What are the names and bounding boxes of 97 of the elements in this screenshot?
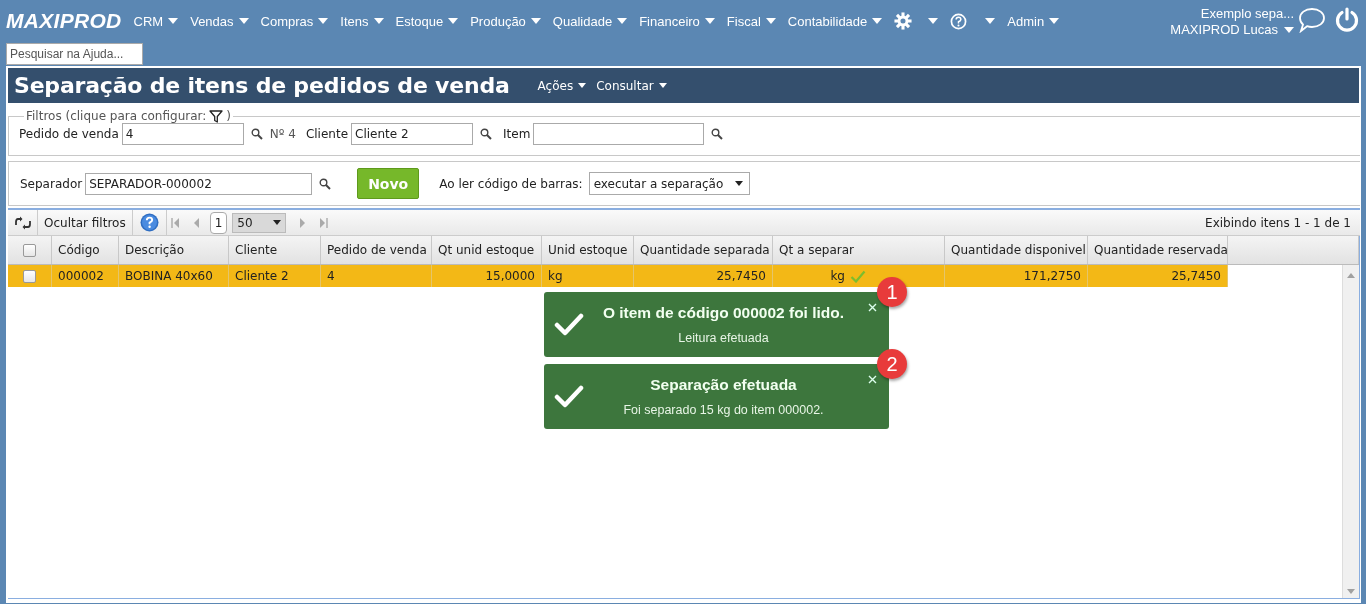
filter-field[interactable]: 4 [121, 123, 244, 145]
page-number-field[interactable]: 1 [209, 211, 228, 234]
caret-icon [1049, 18, 1060, 24]
caret-icon [872, 18, 883, 24]
menu-item[interactable]: Compras [260, 13, 335, 29]
scrollbar[interactable] [1342, 265, 1359, 598]
caret-icon [373, 18, 384, 24]
first-page-icon[interactable] [169, 216, 181, 229]
check-icon [554, 384, 584, 409]
column-header[interactable]: Qt a separar [773, 236, 945, 264]
table-cell: 25,7450 [716, 269, 766, 283]
caret-icon [578, 83, 587, 88]
table-cell: 171,2750 [1023, 269, 1081, 283]
filter-icon[interactable] [209, 109, 224, 123]
user-menu[interactable]: MAXIPROD Lucas [1170, 22, 1294, 37]
menu-item[interactable]: Qualidade [552, 13, 634, 29]
results-summary: Exibindo itens 1 - 1 de 1 [1205, 215, 1351, 230]
menu-item[interactable]: CRM [133, 13, 185, 29]
refresh-icon [14, 215, 31, 230]
caret-icon [928, 18, 939, 24]
menu-item[interactable]: Fiscal [726, 13, 782, 29]
column-header[interactable]: Descrição [119, 236, 229, 264]
notification-message: Foi separado 15 kg do item 000002. [623, 403, 824, 417]
notification-title: Separação efetuada [650, 376, 797, 394]
caret-icon [318, 18, 329, 24]
field-label: Ao ler código de barras: [439, 176, 583, 191]
search-icon[interactable] [319, 177, 332, 190]
column-header[interactable]: Pedido de venda [321, 236, 432, 264]
filter-field[interactable] [533, 123, 705, 145]
check-icon [554, 312, 584, 337]
row-checkbox[interactable] [23, 269, 36, 283]
column-header[interactable]: Unid estoque [542, 236, 634, 264]
select-all-checkbox[interactable] [23, 243, 36, 257]
caret-icon [238, 18, 249, 24]
caret-icon [273, 220, 282, 225]
toolbar-menu[interactable]: Consultar [594, 78, 669, 93]
filter-field[interactable]: Cliente 2 [351, 123, 473, 145]
power-icon[interactable] [1334, 7, 1360, 33]
chat-icon[interactable] [1298, 7, 1326, 33]
workspace-name: Exemplo sepa... [1199, 5, 1294, 22]
search-icon[interactable] [480, 128, 492, 140]
column-header[interactable]: Quantidade disponivel [945, 236, 1088, 264]
help-search-field[interactable]: Pesquisar na Ajuda... [6, 43, 143, 65]
notification-title: O item de código 000002 foi lido. [602, 304, 845, 322]
table-cell: 15,0000 [485, 269, 535, 283]
table-cell: BOBINA 40x60 [125, 269, 213, 283]
barcode-action-select[interactable]: executar a separação [588, 172, 751, 195]
caret-icon [168, 18, 179, 24]
field-label: Separador [20, 176, 83, 191]
table-cell: 000002 [58, 269, 104, 283]
hide-filters-button[interactable]: Ocultar filtros [38, 209, 133, 236]
page-size-select[interactable]: 50 [232, 212, 287, 233]
search-icon[interactable] [250, 128, 263, 140]
caret-icon [704, 18, 715, 24]
caret-icon [985, 18, 996, 24]
page-title: Separação de itens de pedidos de venda [14, 73, 510, 98]
app-logo: MAXIPROD [6, 9, 122, 33]
column-header[interactable]: Qt unid estoque [432, 236, 542, 264]
order-number: Nº 4 [269, 127, 296, 141]
table-cell: 4 [327, 269, 335, 283]
table-cell: Cliente 2 [235, 269, 289, 283]
help-icon [139, 213, 159, 232]
caret-icon [448, 18, 459, 24]
column-header[interactable]: Cliente [229, 236, 321, 264]
close-icon [868, 375, 877, 384]
filters-legend[interactable]: Filtros (clique para configurar: [26, 109, 207, 123]
menu-item[interactable]: Itens [340, 13, 390, 29]
separator-field[interactable]: SEPARADOR-000002 [85, 172, 313, 195]
table-cell: kg [548, 269, 563, 283]
settings-icon [894, 12, 913, 30]
last-page-icon[interactable] [318, 216, 330, 229]
field-label: Pedido de venda [19, 127, 119, 141]
column-header[interactable]: Quantidade reservada [1088, 236, 1228, 264]
menu-item[interactable]: Estoque [395, 13, 465, 29]
filters-legend: ) [226, 109, 231, 123]
menu-item[interactable]: Produção [470, 13, 547, 29]
help-icon [950, 12, 968, 30]
column-header[interactable]: Quantidade separada [634, 236, 773, 264]
menu-item[interactable]: Admin [1007, 13, 1066, 29]
menu-item[interactable]: Contabilidade [787, 13, 889, 29]
field-label: Cliente [305, 127, 348, 141]
caret-icon [658, 83, 667, 88]
caret-icon [530, 18, 541, 24]
caret-icon [765, 18, 776, 24]
notification-message: Leitura efetuada [678, 331, 769, 345]
field-label: Item [503, 127, 531, 141]
toolbar-menu[interactable]: Ações [535, 78, 589, 93]
close-icon [868, 303, 877, 312]
caret-icon [617, 18, 628, 24]
caret-icon [1284, 26, 1294, 33]
table-cell: 25,7450 [1171, 269, 1221, 283]
caret-icon [735, 181, 744, 186]
search-icon[interactable] [711, 128, 724, 140]
menu-item[interactable]: Financeiro [639, 13, 721, 29]
menu-item[interactable]: Vendas [190, 13, 255, 29]
table-cell: kg [830, 269, 845, 283]
column-header[interactable]: Código [52, 236, 119, 264]
